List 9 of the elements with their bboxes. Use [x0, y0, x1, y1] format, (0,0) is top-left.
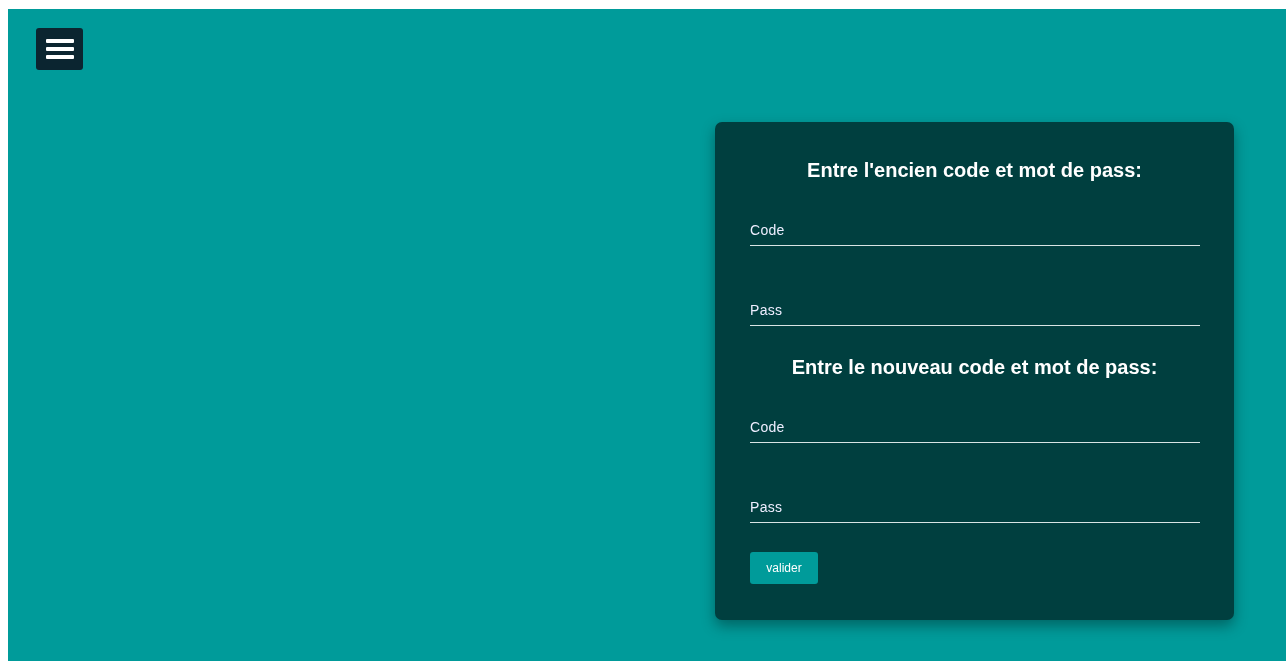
section-heading: Entre le nouveau code et mot de pass: — [790, 355, 1159, 379]
input-field[interactable]: Pass — [750, 491, 1200, 523]
menu-button[interactable] — [36, 28, 83, 70]
input-field[interactable]: Code — [750, 214, 1200, 246]
section-heading: Entre l'encien code et mot de pass: — [806, 158, 1143, 182]
input-field[interactable]: Code — [750, 411, 1200, 443]
input-field[interactable]: Pass — [750, 294, 1200, 326]
menu-icon — [45, 37, 74, 61]
submit-button[interactable]: valider — [750, 552, 818, 584]
